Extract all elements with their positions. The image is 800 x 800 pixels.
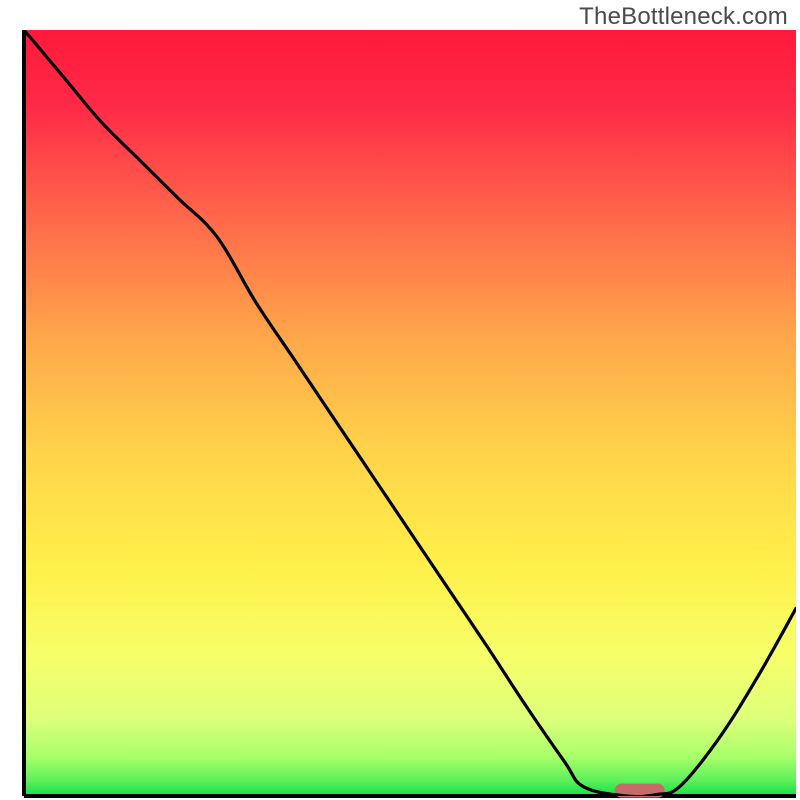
chart-plot bbox=[0, 0, 800, 800]
gradient-background bbox=[24, 30, 796, 796]
chart-container: TheBottleneck.com bbox=[0, 0, 800, 800]
